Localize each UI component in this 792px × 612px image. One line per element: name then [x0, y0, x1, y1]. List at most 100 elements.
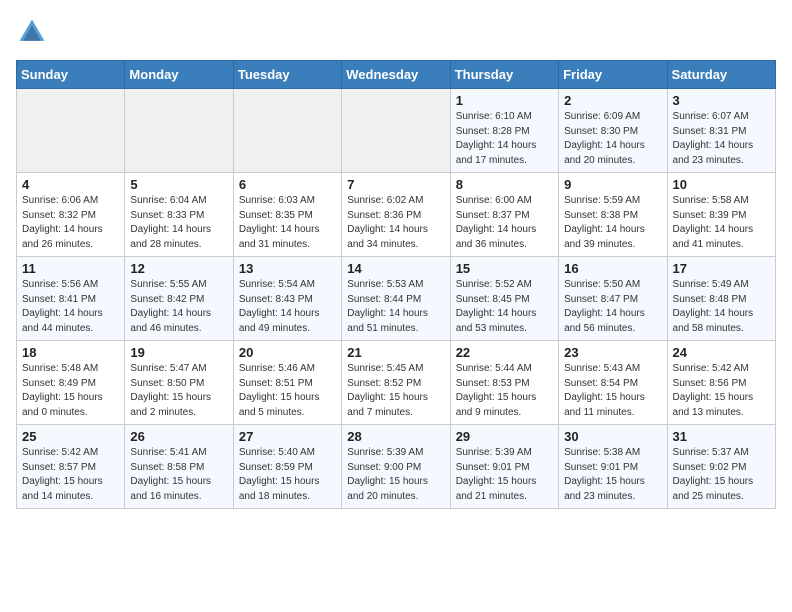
weekday-header-sunday: Sunday — [17, 61, 125, 89]
day-number: 26 — [130, 429, 227, 444]
day-number: 31 — [673, 429, 770, 444]
day-number: 28 — [347, 429, 444, 444]
day-number: 16 — [564, 261, 661, 276]
weekday-header-friday: Friday — [559, 61, 667, 89]
day-info: Sunrise: 5:42 AM Sunset: 8:56 PM Dayligh… — [673, 362, 770, 420]
calendar-cell: 19 Sunrise: 5:47 AM Sunset: 8:50 PM Dayli… — [125, 341, 233, 425]
day-number: 14 — [347, 261, 444, 276]
day-number: 27 — [239, 429, 336, 444]
calendar-cell — [233, 89, 341, 173]
calendar-cell: 6Sunrise: 6:03 AM Sunset: 8:35 PM Daylig… — [233, 173, 341, 257]
calendar-cell: 15 Sunrise: 5:52 AM Sunset: 8:45 PM Dayli… — [450, 257, 558, 341]
calendar-cell: 22 Sunrise: 5:44 AM Sunset: 8:53 PM Dayli… — [450, 341, 558, 425]
calendar-cell — [342, 89, 450, 173]
calendar-cell: 13 Sunrise: 5:54 AM Sunset: 8:43 PM Dayli… — [233, 257, 341, 341]
calendar-cell: 20 Sunrise: 5:46 AM Sunset: 8:51 PM Dayli… — [233, 341, 341, 425]
calendar-cell: 26 Sunrise: 5:41 AM Sunset: 8:58 PM Dayli… — [125, 425, 233, 509]
calendar-cell: 29 Sunrise: 5:39 AM Sunset: 9:01 PM Dayli… — [450, 425, 558, 509]
day-number: 30 — [564, 429, 661, 444]
calendar-cell: 28 Sunrise: 5:39 AM Sunset: 9:00 PM Dayli… — [342, 425, 450, 509]
day-info: Sunrise: 5:42 AM Sunset: 8:57 PM Dayligh… — [22, 446, 119, 504]
day-number: 5 — [130, 177, 227, 192]
day-info: Sunrise: 5:47 AM Sunset: 8:50 PM Dayligh… — [130, 362, 227, 420]
week-row-1: 1 Sunrise: 6:10 AM Sunset: 8:28 PM Daylig… — [17, 89, 776, 173]
page-header — [16, 16, 776, 48]
week-row-4: 18Sunrise: 5:48 AM Sunset: 8:49 PM Dayli… — [17, 341, 776, 425]
logo-icon — [16, 16, 48, 48]
day-info: Sunrise: 6:09 AM Sunset: 8:30 PM Dayligh… — [564, 110, 661, 168]
day-info: Sunrise: 5:53 AM Sunset: 8:44 PM Dayligh… — [347, 278, 444, 336]
day-info: Sunrise: 6:02 AM Sunset: 8:36 PM Dayligh… — [347, 194, 444, 252]
calendar-cell: 8 Sunrise: 6:00 AM Sunset: 8:37 PM Daylig… — [450, 173, 558, 257]
calendar-cell: 5 Sunrise: 6:04 AM Sunset: 8:33 PM Daylig… — [125, 173, 233, 257]
calendar-cell: 24 Sunrise: 5:42 AM Sunset: 8:56 PM Dayli… — [667, 341, 775, 425]
week-row-2: 4 Sunrise: 6:06 AM Sunset: 8:32 PM Daylig… — [17, 173, 776, 257]
day-number: 12 — [130, 261, 227, 276]
calendar-cell: 23Sunrise: 5:43 AM Sunset: 8:54 PM Dayli… — [559, 341, 667, 425]
weekday-header-row: SundayMondayTuesdayWednesdayThursdayFrid… — [17, 61, 776, 89]
day-info: Sunrise: 5:54 AM Sunset: 8:43 PM Dayligh… — [239, 278, 336, 336]
day-number: 2 — [564, 93, 661, 108]
weekday-header-saturday: Saturday — [667, 61, 775, 89]
day-info: Sunrise: 5:49 AM Sunset: 8:48 PM Dayligh… — [673, 278, 770, 336]
weekday-header-tuesday: Tuesday — [233, 61, 341, 89]
calendar-cell: 14 Sunrise: 5:53 AM Sunset: 8:44 PM Dayli… — [342, 257, 450, 341]
day-number: 3 — [673, 93, 770, 108]
day-number: 13 — [239, 261, 336, 276]
day-info: Sunrise: 5:39 AM Sunset: 9:00 PM Dayligh… — [347, 446, 444, 504]
day-number: 4 — [22, 177, 119, 192]
day-number: 15 — [456, 261, 553, 276]
day-info: Sunrise: 5:52 AM Sunset: 8:45 PM Dayligh… — [456, 278, 553, 336]
day-info: Sunrise: 5:37 AM Sunset: 9:02 PM Dayligh… — [673, 446, 770, 504]
weekday-header-wednesday: Wednesday — [342, 61, 450, 89]
day-number: 20 — [239, 345, 336, 360]
day-info: Sunrise: 5:46 AM Sunset: 8:51 PM Dayligh… — [239, 362, 336, 420]
day-number: 18 — [22, 345, 119, 360]
day-number: 8 — [456, 177, 553, 192]
day-info: Sunrise: 5:50 AM Sunset: 8:47 PM Dayligh… — [564, 278, 661, 336]
day-info: Sunrise: 5:43 AM Sunset: 8:54 PM Dayligh… — [564, 362, 661, 420]
day-number: 22 — [456, 345, 553, 360]
calendar-cell: 12 Sunrise: 5:55 AM Sunset: 8:42 PM Dayli… — [125, 257, 233, 341]
day-info: Sunrise: 5:41 AM Sunset: 8:58 PM Dayligh… — [130, 446, 227, 504]
day-number: 24 — [673, 345, 770, 360]
logo — [16, 16, 52, 48]
day-info: Sunrise: 5:45 AM Sunset: 8:52 PM Dayligh… — [347, 362, 444, 420]
day-info: Sunrise: 5:40 AM Sunset: 8:59 PM Dayligh… — [239, 446, 336, 504]
day-info: Sunrise: 5:56 AM Sunset: 8:41 PM Dayligh… — [22, 278, 119, 336]
calendar-cell: 21 Sunrise: 5:45 AM Sunset: 8:52 PM Dayli… — [342, 341, 450, 425]
calendar-cell: 3 Sunrise: 6:07 AM Sunset: 8:31 PM Daylig… — [667, 89, 775, 173]
day-info: Sunrise: 5:58 AM Sunset: 8:39 PM Dayligh… — [673, 194, 770, 252]
calendar-cell — [17, 89, 125, 173]
day-info: Sunrise: 6:04 AM Sunset: 8:33 PM Dayligh… — [130, 194, 227, 252]
day-info: Sunrise: 5:39 AM Sunset: 9:01 PM Dayligh… — [456, 446, 553, 504]
calendar-cell: 2 Sunrise: 6:09 AM Sunset: 8:30 PM Daylig… — [559, 89, 667, 173]
week-row-5: 25 Sunrise: 5:42 AM Sunset: 8:57 PM Dayli… — [17, 425, 776, 509]
calendar-cell: 1 Sunrise: 6:10 AM Sunset: 8:28 PM Daylig… — [450, 89, 558, 173]
day-number: 10 — [673, 177, 770, 192]
day-info: Sunrise: 6:07 AM Sunset: 8:31 PM Dayligh… — [673, 110, 770, 168]
day-number: 21 — [347, 345, 444, 360]
day-info: Sunrise: 5:44 AM Sunset: 8:53 PM Dayligh… — [456, 362, 553, 420]
calendar-cell — [125, 89, 233, 173]
day-number: 25 — [22, 429, 119, 444]
calendar-cell: 16 Sunrise: 5:50 AM Sunset: 8:47 PM Dayli… — [559, 257, 667, 341]
day-info: Sunrise: 5:55 AM Sunset: 8:42 PM Dayligh… — [130, 278, 227, 336]
calendar: SundayMondayTuesdayWednesdayThursdayFrid… — [16, 60, 776, 509]
weekday-header-thursday: Thursday — [450, 61, 558, 89]
day-info: Sunrise: 5:38 AM Sunset: 9:01 PM Dayligh… — [564, 446, 661, 504]
calendar-cell: 31 Sunrise: 5:37 AM Sunset: 9:02 PM Dayli… — [667, 425, 775, 509]
day-number: 19 — [130, 345, 227, 360]
calendar-cell: 4 Sunrise: 6:06 AM Sunset: 8:32 PM Daylig… — [17, 173, 125, 257]
day-number: 29 — [456, 429, 553, 444]
calendar-cell: 9Sunrise: 5:59 AM Sunset: 8:38 PM Daylig… — [559, 173, 667, 257]
day-number: 11 — [22, 261, 119, 276]
calendar-cell: 18Sunrise: 5:48 AM Sunset: 8:49 PM Dayli… — [17, 341, 125, 425]
calendar-cell: 11 Sunrise: 5:56 AM Sunset: 8:41 PM Dayli… — [17, 257, 125, 341]
day-number: 7 — [347, 177, 444, 192]
day-info: Sunrise: 6:06 AM Sunset: 8:32 PM Dayligh… — [22, 194, 119, 252]
day-info: Sunrise: 6:00 AM Sunset: 8:37 PM Dayligh… — [456, 194, 553, 252]
day-info: Sunrise: 6:03 AM Sunset: 8:35 PM Dayligh… — [239, 194, 336, 252]
day-info: Sunrise: 6:10 AM Sunset: 8:28 PM Dayligh… — [456, 110, 553, 168]
day-number: 1 — [456, 93, 553, 108]
